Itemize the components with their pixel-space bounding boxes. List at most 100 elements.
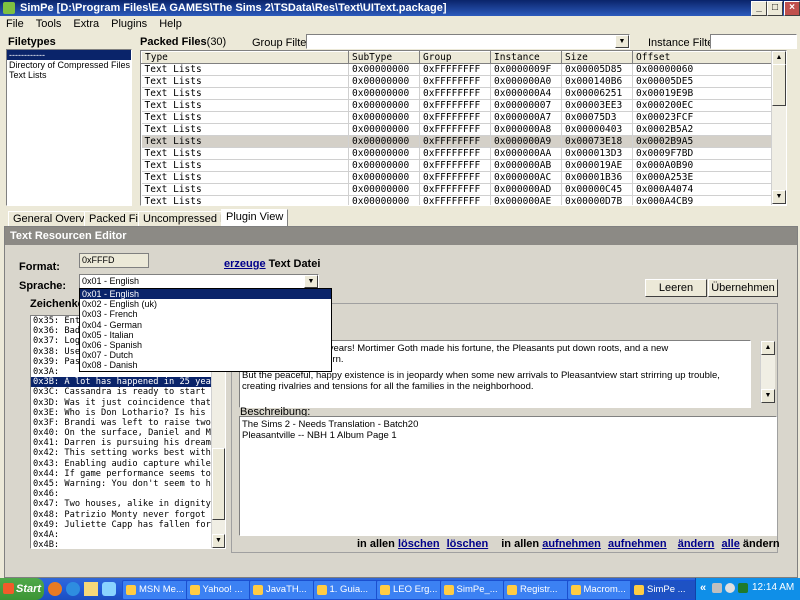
string-list-item[interactable]: 0x41: Darren is pursuing his dream of l bbox=[31, 438, 225, 448]
filetypes-list[interactable]: ------------ Directory of Compressed Fil… bbox=[6, 49, 132, 206]
language-dropdown[interactable]: 0x01 - English 0x02 - English (uk) 0x03 - … bbox=[79, 288, 332, 372]
taskbar-button[interactable]: SimPe ... bbox=[630, 580, 704, 600]
instance-filter-input[interactable] bbox=[710, 34, 797, 49]
string-list-item[interactable]: 0x42: This setting works best with high bbox=[31, 448, 225, 458]
table-row[interactable]: Text Lists 0x00000000 0xFFFFFFFF 0x000000AB… bbox=[141, 159, 772, 172]
scroll-up-icon[interactable]: ▲ bbox=[761, 341, 775, 355]
language-option[interactable]: 0x03 - French bbox=[80, 309, 331, 319]
table-row[interactable]: Text Lists 0x00000000 0xFFFFFFFF 0x000000AE… bbox=[141, 195, 772, 205]
taskbar-button[interactable]: Registr... bbox=[503, 580, 577, 600]
menu-extra[interactable]: Extra bbox=[67, 16, 105, 32]
col-group[interactable]: Group bbox=[419, 51, 491, 64]
chevron-down-icon[interactable]: ▼ bbox=[615, 35, 629, 48]
string-list-item[interactable]: 0x44: If game performance seems too bbox=[31, 469, 225, 479]
start-button[interactable]: Start bbox=[0, 578, 44, 600]
create-link[interactable]: erzeuge bbox=[224, 258, 266, 270]
taskbar-button[interactable]: LEO Erg... bbox=[376, 580, 450, 600]
delete-link-2[interactable]: löschen bbox=[447, 538, 489, 550]
string-list-item[interactable]: 0x3C: Cassandra is ready to start a far bbox=[31, 387, 225, 397]
clear-button[interactable]: Leeren bbox=[645, 279, 707, 297]
language-option[interactable]: 0x07 - Dutch bbox=[80, 350, 331, 360]
delete-link[interactable]: löschen bbox=[398, 538, 440, 550]
tray-icon[interactable] bbox=[725, 583, 735, 593]
table-row[interactable]: Text Lists 0x00000000 0xFFFFFFFF 0x000000A7… bbox=[141, 111, 772, 124]
taskbar-button[interactable]: MSN Me... bbox=[122, 580, 196, 600]
add-link-2[interactable]: aufnehmen bbox=[608, 538, 667, 550]
text-scrollbar[interactable]: ▲ ▼ bbox=[760, 341, 775, 403]
col-subtype[interactable]: SubType bbox=[348, 51, 420, 64]
table-row[interactable]: Text Lists 0x00000000 0xFFFFFFFF 0x000000AC… bbox=[141, 171, 772, 184]
scroll-thumb[interactable] bbox=[772, 64, 786, 106]
col-instance[interactable]: Instance bbox=[490, 51, 562, 64]
table-row[interactable]: Text Lists 0x00000000 0xFFFFFFFF 0x000000A9… bbox=[141, 135, 772, 148]
apply-button[interactable]: Übernehmen bbox=[708, 279, 778, 297]
tray-icon[interactable] bbox=[712, 583, 722, 593]
menu-help[interactable]: Help bbox=[153, 16, 188, 32]
filetypes-item[interactable]: ------------ bbox=[7, 50, 131, 60]
menu-plugins[interactable]: Plugins bbox=[105, 16, 153, 32]
string-list-item[interactable]: 0x3D: Was it just coincidence that the C bbox=[31, 398, 225, 408]
string-list-item[interactable]: 0x45: Warning: You don't seem to have bbox=[31, 479, 225, 489]
menu-tools[interactable]: Tools bbox=[30, 16, 68, 32]
packed-files-grid[interactable]: Type SubType Group Instance Size Offset … bbox=[140, 50, 787, 206]
string-list-item[interactable]: 0x43: Enabling audio capture while reco bbox=[31, 459, 225, 469]
string-list-item[interactable]: 0x46: bbox=[31, 489, 225, 499]
scroll-thumb[interactable] bbox=[212, 448, 225, 520]
all-link[interactable]: alle bbox=[721, 538, 739, 550]
scroll-down-icon[interactable]: ▼ bbox=[212, 534, 225, 548]
table-cell: 0x00005D85 bbox=[561, 63, 633, 76]
table-row[interactable]: Text Lists 0x00000000 0xFFFFFFFF 0x0000009F… bbox=[141, 63, 772, 76]
string-list-item[interactable]: 0x47: Two houses, alike in dignity . . .… bbox=[31, 499, 225, 509]
string-list-item[interactable]: 0x49: Juliette Capp has fallen for Rome bbox=[31, 520, 225, 530]
taskbar-button[interactable]: JavaTH... bbox=[249, 580, 323, 600]
grid-scrollbar[interactable]: ▲ ▼ bbox=[771, 51, 786, 204]
firefox-icon[interactable] bbox=[48, 582, 62, 596]
filetypes-item[interactable]: Directory of Compressed Files bbox=[7, 60, 131, 70]
filetypes-item[interactable]: Text Lists bbox=[7, 70, 131, 80]
string-list-item[interactable]: 0x40: On the surface, Daniel and Mary- bbox=[31, 428, 225, 438]
col-size[interactable]: Size bbox=[561, 51, 633, 64]
chevron-down-icon[interactable]: ▼ bbox=[304, 275, 318, 288]
language-select[interactable]: 0x01 - English ▼ bbox=[79, 274, 319, 289]
table-row[interactable]: Text Lists 0x00000000 0xFFFFFFFF 0x000000A0… bbox=[141, 75, 772, 88]
string-list-item[interactable]: 0x3B: A lot has happened in 25 years! M bbox=[31, 377, 225, 388]
close-button[interactable]: × bbox=[784, 1, 800, 16]
language-option[interactable]: 0x08 - Danish bbox=[80, 360, 331, 370]
string-list-item[interactable]: 0x3F: Brandi was left to raise two boys bbox=[31, 418, 225, 428]
table-row[interactable]: Text Lists 0x00000000 0xFFFFFFFF 0x000000A4… bbox=[141, 87, 772, 100]
string-list-item[interactable]: 0x3E: Who is Don Lothario? Is his enga bbox=[31, 408, 225, 418]
menu-file[interactable]: File bbox=[0, 16, 30, 32]
tab-plugin-view[interactable]: Plugin View bbox=[221, 209, 289, 227]
tray-expand-icon[interactable]: « bbox=[700, 582, 706, 594]
col-offset[interactable]: Offset bbox=[632, 51, 772, 64]
desktop-icon[interactable] bbox=[102, 582, 116, 596]
bulk-actions: in allen löschen löschen in allen aufneh… bbox=[357, 538, 780, 550]
table-row[interactable]: Text Lists 0x00000000 0xFFFFFFFF 0x000000AA… bbox=[141, 147, 772, 160]
minimize-button[interactable]: _ bbox=[751, 1, 767, 16]
change-link[interactable]: ändern bbox=[678, 538, 715, 550]
language-option[interactable]: 0x06 - Spanish bbox=[80, 340, 331, 350]
scroll-up-icon[interactable]: ▲ bbox=[772, 51, 786, 65]
string-list-item[interactable]: 0x4A: bbox=[31, 530, 225, 540]
group-filter-select[interactable]: ▼ bbox=[306, 34, 630, 49]
table-cell: 0x0002B9A5 bbox=[632, 135, 772, 148]
scroll-down-icon[interactable]: ▼ bbox=[761, 389, 775, 403]
language-option[interactable]: 0x01 - English bbox=[80, 289, 331, 300]
grid-header-row: Type SubType Group Instance Size Offset bbox=[141, 51, 772, 64]
language-option[interactable]: 0x02 - English (uk) bbox=[80, 299, 331, 309]
language-option[interactable]: 0x04 - German bbox=[80, 320, 331, 330]
language-option[interactable]: 0x05 - Italian bbox=[80, 330, 331, 340]
scroll-down-icon[interactable]: ▼ bbox=[772, 190, 786, 204]
table-row[interactable]: Text Lists 0x00000000 0xFFFFFFFF 0x00000007… bbox=[141, 99, 772, 112]
tray-icon[interactable] bbox=[738, 583, 748, 593]
folder-icon[interactable] bbox=[84, 582, 98, 596]
browser-icon[interactable] bbox=[66, 582, 80, 596]
table-row[interactable]: Text Lists 0x00000000 0xFFFFFFFF 0x000000A8… bbox=[141, 123, 772, 136]
table-row[interactable]: Text Lists 0x00000000 0xFFFFFFFF 0x000000AD… bbox=[141, 183, 772, 196]
maximize-button[interactable]: □ bbox=[767, 1, 783, 16]
string-list-item[interactable]: 0x4B: bbox=[31, 540, 225, 548]
add-link[interactable]: aufnehmen bbox=[542, 538, 601, 550]
col-type[interactable]: Type bbox=[141, 51, 349, 64]
string-list-item[interactable]: 0x48: Patrizio Monty never forgot Cons bbox=[31, 510, 225, 520]
description-area[interactable]: The Sims 2 - Needs Translation - Batch20… bbox=[239, 416, 777, 536]
